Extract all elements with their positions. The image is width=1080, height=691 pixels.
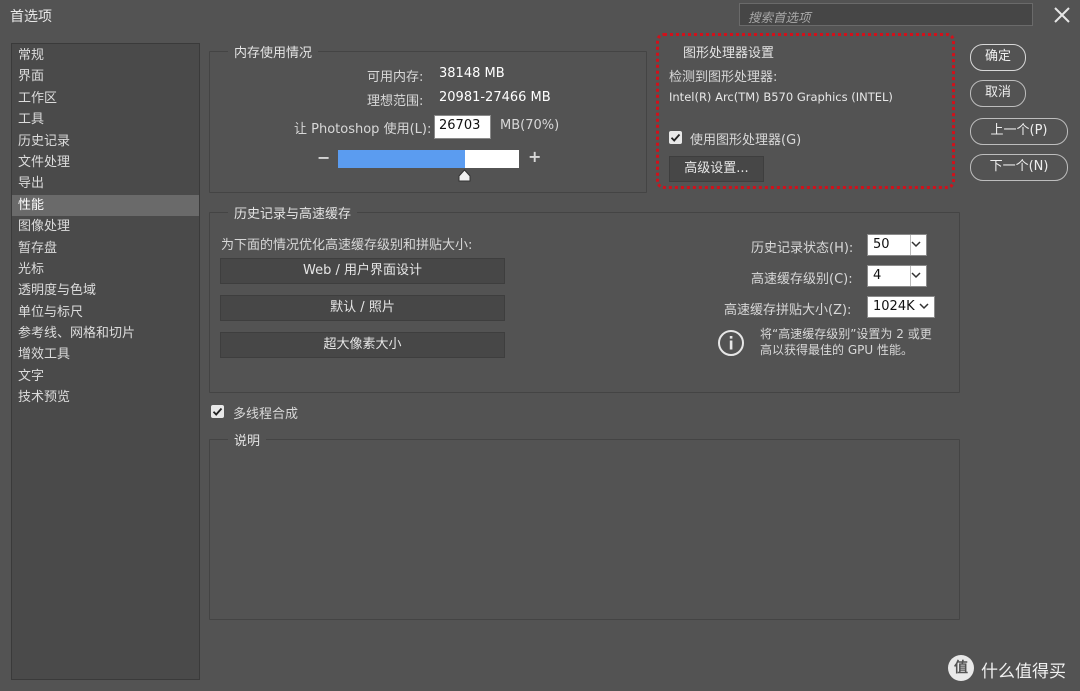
previous-button[interactable]: 上一个(P) [970, 118, 1068, 145]
cache-levels-label: 高速缓存级别(C): [751, 272, 853, 287]
chevron-down-icon [919, 303, 929, 310]
cache-tile-size-label: 高速缓存拼贴大小(Z): [724, 303, 852, 318]
ideal-range-label: 理想范围: [367, 94, 424, 109]
sidebar-item-performance[interactable]: 性能 [12, 194, 199, 217]
sidebar-item-transparency-gamut[interactable]: 透明度与色域 [12, 280, 199, 301]
multithread-label[interactable]: 多线程合成 [233, 403, 298, 422]
memory-unit-label: MB(70%) [500, 118, 560, 133]
sidebar-item-image-processing[interactable]: 图像处理 [12, 216, 199, 237]
sidebar-item-interface[interactable]: 界面 [12, 66, 199, 87]
memory-amount-input[interactable]: 26703 [434, 115, 491, 139]
sidebar-item-file-handling[interactable]: 文件处理 [12, 152, 199, 173]
cache-optimize-label: 为下面的情况优化高速缓存级别和拼贴大小: [221, 238, 473, 253]
watermark-text: 什么值得买 [981, 662, 1066, 682]
sidebar-item-guides-grid-slices[interactable]: 参考线、网格和切片 [12, 323, 199, 344]
gpu-hint-line1: 将“高速缓存级别”设置为 2 或更 [760, 327, 932, 341]
sidebar-item-technology-previews[interactable]: 技术预览 [12, 387, 199, 408]
chevron-down-icon [911, 241, 921, 248]
sidebar-item-cursors[interactable]: 光标 [12, 259, 199, 280]
chevron-down-icon [911, 272, 921, 279]
sidebar-item-export[interactable]: 导出 [12, 173, 199, 194]
multithread-checkbox[interactable] [211, 405, 224, 418]
gpu-hint-line2: 高以获得最佳的 GPU 性能。 [760, 343, 913, 357]
sidebar-item-general[interactable]: 常规 [12, 45, 199, 66]
cancel-button[interactable]: 取消 [970, 80, 1026, 107]
available-memory-label: 可用内存: [367, 70, 424, 85]
memory-slider-track[interactable] [338, 150, 519, 168]
close-icon[interactable] [1049, 2, 1075, 28]
history-states-dropdown[interactable]: 50 [867, 234, 927, 256]
cache-tile-size-value: 1024K [873, 299, 915, 314]
history-states-value: 50 [873, 237, 890, 252]
search-input[interactable]: 搜索首选项 [739, 3, 1033, 26]
memory-usage-legend: 内存使用情况 [228, 42, 319, 61]
preset-default-photos-button[interactable]: 默认 / 照片 [220, 295, 505, 321]
description-group [209, 439, 960, 620]
history-cache-legend: 历史记录与高速缓存 [228, 203, 358, 222]
preset-huge-pixel-button[interactable]: 超大像素大小 [220, 332, 505, 358]
watermark-logo: 值 [948, 655, 974, 681]
cache-tile-size-dropdown[interactable]: 1024K [867, 296, 935, 318]
cache-levels-value: 4 [873, 268, 882, 283]
next-button[interactable]: 下一个(N) [970, 154, 1068, 181]
sidebar-item-scratch-disks[interactable]: 暂存盘 [12, 238, 199, 259]
sidebar-item-plugins[interactable]: 增效工具 [12, 344, 199, 365]
memory-slider-thumb[interactable] [458, 169, 471, 182]
preset-web-ui-button[interactable]: Web / 用户界面设计 [220, 258, 505, 284]
sidebar-item-history[interactable]: 历史记录 [12, 131, 199, 152]
memory-slider-fill [338, 150, 465, 168]
history-states-label: 历史记录状态(H): [751, 241, 854, 256]
photoshop-memory-label: 让 Photoshop 使用(L): [294, 122, 432, 137]
sidebar-item-units-rulers[interactable]: 单位与标尺 [12, 302, 199, 323]
available-memory-value: 38148 MB [439, 66, 505, 81]
category-sidebar: 常规 界面 工作区 工具 历史记录 文件处理 导出 性能 图像处理 暂存盘 光标… [11, 43, 200, 680]
info-icon [717, 329, 745, 357]
cache-levels-dropdown[interactable]: 4 [867, 265, 927, 287]
ideal-range-value: 20981-27466 MB [439, 90, 551, 105]
ok-button[interactable]: 确定 [970, 44, 1026, 71]
sidebar-item-workspace[interactable]: 工作区 [12, 88, 199, 109]
description-legend: 说明 [228, 430, 267, 449]
sidebar-item-tools[interactable]: 工具 [12, 109, 199, 130]
decrease-memory-button[interactable]: − [317, 148, 330, 167]
site-watermark: 值 什么值得买 [948, 655, 1078, 683]
sidebar-item-type[interactable]: 文字 [12, 366, 199, 387]
increase-memory-button[interactable]: + [528, 147, 541, 166]
gpu-highlight-annotation [656, 33, 955, 189]
window-title: 首选项 [10, 9, 52, 25]
